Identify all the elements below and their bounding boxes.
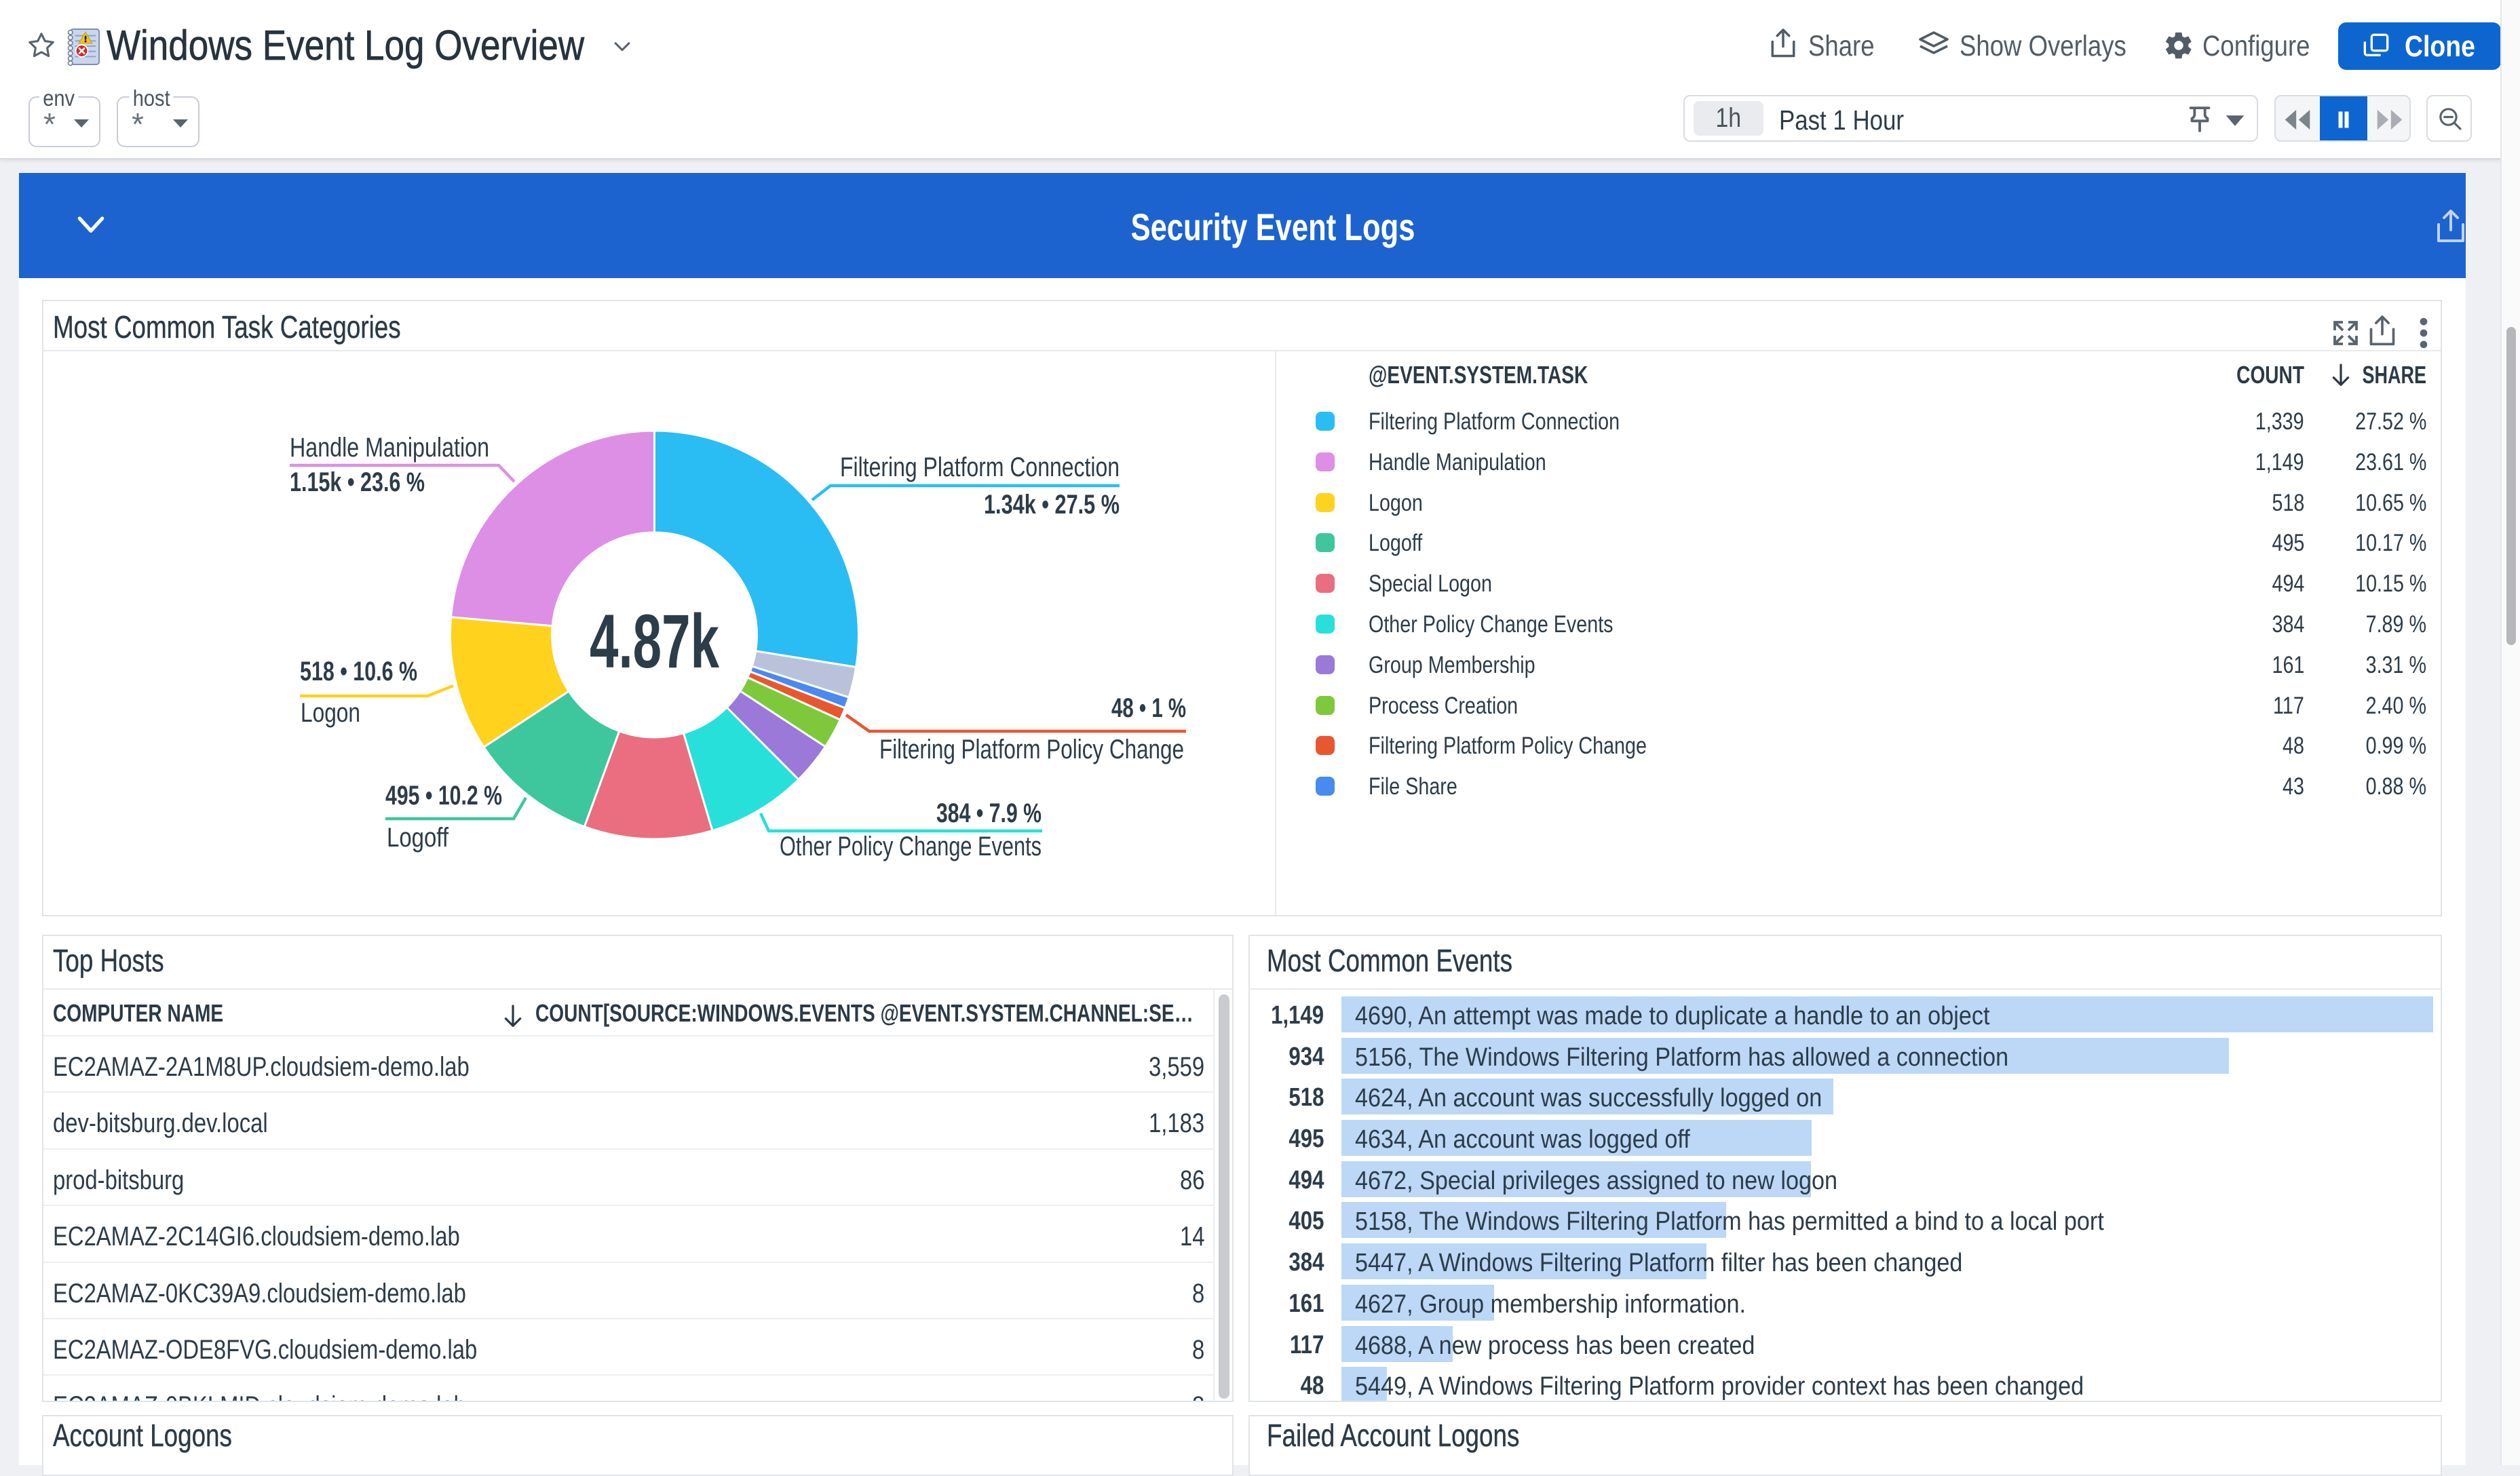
svg-text:518 • 10.6 %: 518 • 10.6 %	[300, 657, 417, 686]
svg-text:495 • 10.2 %: 495 • 10.2 %	[385, 781, 502, 811]
svg-text:384 • 7.9 %: 384 • 7.9 %	[936, 798, 1042, 828]
svg-text:1.15k • 23.6 %: 1.15k • 23.6 %	[290, 467, 425, 497]
svg-text:Filtering Platform Connection: Filtering Platform Connection	[840, 452, 1120, 482]
svg-text:Security Event Logs: Security Event Logs	[1131, 206, 1415, 248]
svg-text:Other Policy Change Events: Other Policy Change Events	[780, 832, 1042, 861]
svg-text:Logoff: Logoff	[387, 823, 449, 853]
svg-text:48 • 1 %: 48 • 1 %	[1111, 693, 1186, 723]
svg-text:1.34k • 27.5 %: 1.34k • 27.5 %	[984, 490, 1120, 520]
svg-text:4.87k: 4.87k	[590, 599, 719, 684]
svg-text:Logon: Logon	[301, 698, 360, 728]
svg-text:Handle Manipulation: Handle Manipulation	[290, 433, 489, 463]
svg-text:Filtering Platform Policy Chan: Filtering Platform Policy Change	[879, 735, 1184, 764]
